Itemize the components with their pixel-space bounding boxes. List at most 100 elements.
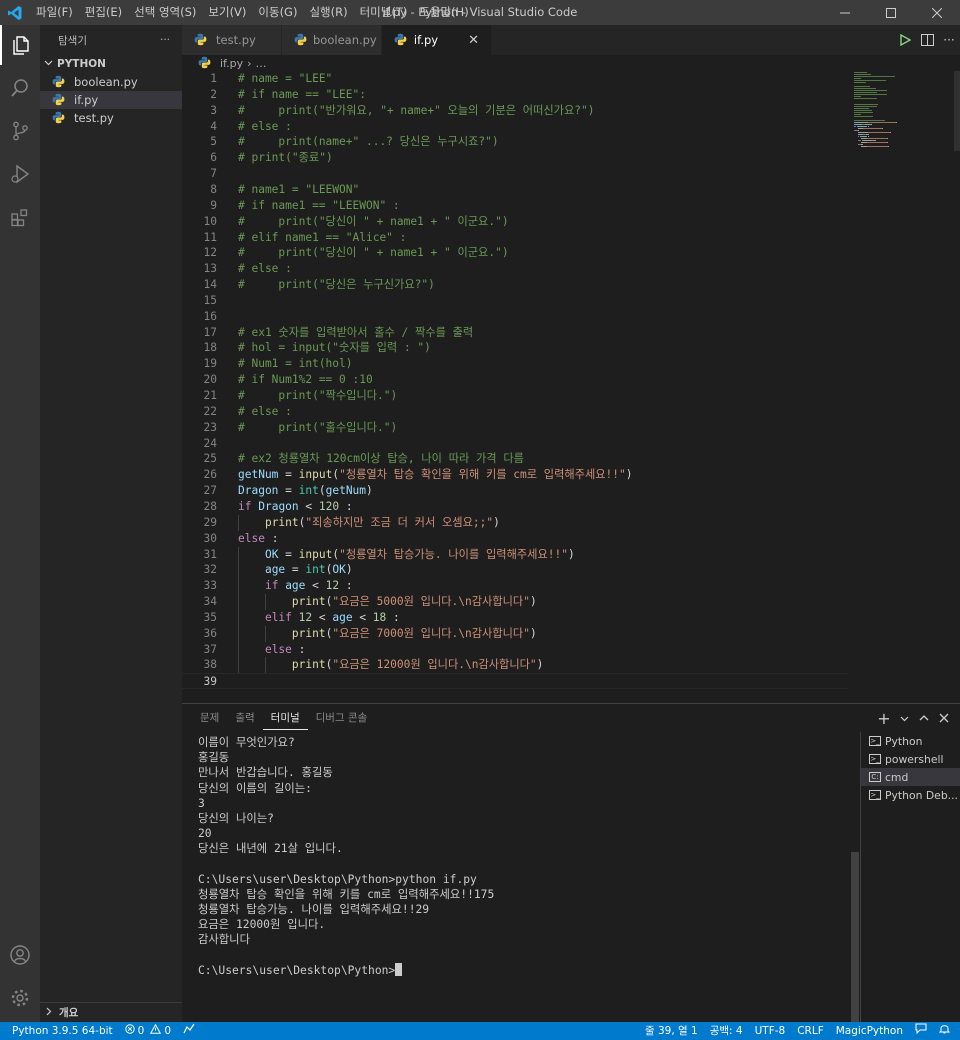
outline-section[interactable]: 개요 (40, 1002, 182, 1022)
run-file-icon[interactable] (894, 25, 916, 55)
terminal-instance[interactable]: >_ powershell (861, 750, 960, 768)
menu-item-3[interactable]: 보기(V) (202, 0, 252, 25)
code-token: Dragon (238, 484, 279, 498)
close-window-icon[interactable] (914, 0, 960, 25)
settings-gear-icon[interactable] (0, 978, 40, 1018)
editor-scrollbar[interactable] (946, 71, 960, 701)
feedback-icon[interactable] (909, 1022, 933, 1040)
code-token: OK (332, 563, 346, 577)
minimap-stroke (887, 142, 889, 144)
code-token: # ex1 숫자를 입력받아서 홀수 / 짝수를 출력 (238, 325, 474, 339)
search-icon[interactable] (0, 68, 40, 108)
tab-label: test.py (216, 33, 256, 47)
minimap-stroke (888, 146, 890, 148)
code-text: # if Num1%2 == 0 :10 (238, 372, 373, 388)
tab-boolean-py[interactable]: boolean.py (282, 25, 382, 55)
terminal-instance[interactable]: >_ Python Deb... (861, 786, 960, 804)
panel-tabs: 문제 출력 터미널 디버그 콘솔 (182, 704, 375, 732)
terminal-cursor (395, 962, 403, 976)
terminal-instance[interactable]: C: cmd (861, 768, 960, 786)
tab-if-py[interactable]: if.py ✕ (382, 25, 492, 55)
more-actions-icon[interactable]: ··· (160, 34, 170, 46)
split-editor-icon[interactable] (916, 25, 938, 55)
terminal-icon: C: (869, 772, 881, 782)
code-text: Dragon = int(getNum) (238, 483, 373, 499)
close-tab-icon[interactable]: ✕ (468, 33, 479, 48)
encoding[interactable]: UTF-8 (749, 1022, 792, 1040)
menu-item-1[interactable]: 편집(E) (79, 0, 128, 25)
code-line: 15 (182, 293, 848, 309)
terminal-icon: >_ (869, 736, 881, 746)
panel-tab-2[interactable]: 터미널 (262, 706, 308, 730)
maximize-panel-icon[interactable] (914, 704, 934, 732)
code-text: print("요금은 7000원 입니다.\n감사합니다") (238, 626, 537, 642)
explorer-icon[interactable] (0, 25, 40, 65)
code-token: # print("당신이 " + name1 + " 이군요.") (238, 214, 509, 228)
code-token: print (291, 658, 326, 672)
panel-tab-0[interactable]: 문제 (192, 704, 227, 732)
notifications-bell-icon[interactable] (933, 1022, 960, 1040)
language-mode[interactable]: MagicPython (830, 1022, 909, 1040)
line-number: 36 (203, 626, 217, 640)
chevron-down-icon[interactable] (894, 704, 914, 732)
code-token: # if name1 == "LEEWON" : (238, 198, 400, 212)
minimap-stroke (896, 122, 898, 124)
menu-item-5[interactable]: 실행(R) (303, 0, 353, 25)
indent-guide (238, 514, 239, 531)
terminal-line: 청룡열차 탑승가능. 나이를 입력해주세요!!29 (198, 903, 430, 917)
line-ending[interactable]: CRLF (791, 1022, 830, 1040)
file-item[interactable]: test.py (40, 109, 182, 127)
explorer-sidebar: 탐색기 ··· PYTHON boolean.py if.py test.py 개요 (40, 25, 182, 1022)
code-token: ) (625, 468, 633, 482)
terminal-output[interactable]: 이름이 무엇인가요? 홍길동 만나서 반갑습니다. 홍길동 당신의 이름의 길이는: 3… (198, 735, 858, 1020)
indentation[interactable]: 공백: 4 (704, 1022, 749, 1040)
code-token: = (278, 547, 299, 561)
code-token: ) (536, 658, 544, 672)
menu-item-2[interactable]: 선택 영역(S) (128, 0, 202, 25)
code-token: # else : (238, 262, 292, 276)
code-token: : (291, 642, 306, 656)
line-number: 7 (210, 167, 217, 181)
close-panel-icon[interactable] (934, 704, 954, 732)
account-icon[interactable] (0, 935, 40, 975)
code-line: 20 # if Num1%2 == 0 :10 (182, 372, 848, 388)
code-text: # print("당신이 " + name1 + " 이군요.") (238, 214, 509, 230)
terminal-instance[interactable]: >_ Python (861, 732, 960, 750)
minimize-icon[interactable] (822, 0, 868, 25)
code-text: # Num1 = int(hol) (238, 356, 353, 372)
breadcrumb-rest[interactable]: … (256, 57, 267, 70)
menu-item-4[interactable]: 이동(G) (252, 0, 303, 25)
code-token: getNum (325, 484, 367, 498)
code-text: # print("종료") (238, 150, 333, 166)
problems-status[interactable]: 0 0 (119, 1022, 177, 1040)
file-item[interactable]: if.py (40, 91, 182, 109)
source-control-icon[interactable] (0, 111, 40, 151)
terminal-line: 당신은 내년에 21살 입니다. (198, 842, 343, 856)
python-interpreter[interactable]: Python 3.9.5 64-bit (0, 1022, 119, 1040)
maximize-icon[interactable] (868, 0, 914, 25)
live-share-icon[interactable] (177, 1022, 201, 1040)
tab-test-py[interactable]: test.py (182, 25, 282, 55)
editor-more-icon[interactable]: ··· (938, 25, 960, 55)
menu-item-0[interactable]: 파일(F) (30, 0, 79, 25)
code-editor[interactable]: 1 # name = "LEE" 2 # if name == "LEE": 3 # pr… (182, 71, 848, 701)
line-number: 30 (203, 531, 217, 545)
cursor-position[interactable]: 줄 39, 열 1 (639, 1022, 704, 1040)
code-token: # if name == "LEE": (238, 87, 366, 101)
terminal-scrollbar[interactable] (851, 732, 859, 1023)
code-token: print (264, 515, 299, 529)
extensions-icon[interactable] (0, 197, 40, 237)
run-debug-icon[interactable] (0, 154, 40, 194)
new-terminal-icon[interactable]: + (874, 704, 894, 732)
folder-header[interactable]: PYTHON (40, 55, 182, 73)
code-token: : (339, 579, 353, 593)
minimap[interactable] (852, 71, 960, 151)
breadcrumb-file[interactable]: if.py (220, 57, 243, 70)
file-item[interactable]: boolean.py (40, 73, 182, 91)
panel-tab-3[interactable]: 디버그 콘솔 (308, 704, 376, 732)
code-line: 14 # print("당신은 누구신가요?") (182, 277, 848, 293)
panel-tab-1[interactable]: 출력 (227, 704, 262, 732)
